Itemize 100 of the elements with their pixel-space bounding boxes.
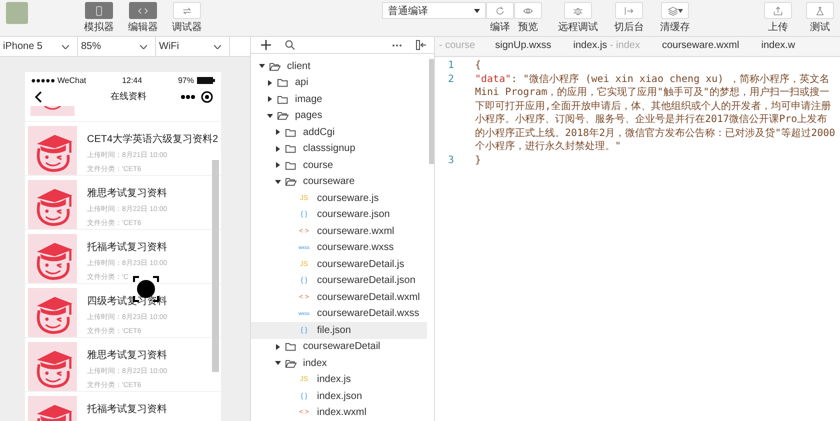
expand-arrow-icon	[275, 178, 281, 185]
mascot-picture	[28, 234, 77, 283]
select-dropdown[interactable]: iPhone 5	[0, 37, 78, 56]
collapse-arrow-icon	[275, 129, 281, 136]
arrows-icon	[182, 6, 192, 16]
battery-text: 97%	[178, 76, 194, 85]
layers-icon	[668, 6, 678, 16]
collapse-arrow-icon	[275, 162, 281, 168]
toolbar-button[interactable]	[661, 2, 689, 19]
toolbar-button[interactable]	[764, 2, 792, 19]
editor-tab[interactable]: courseware.wxml	[646, 37, 746, 56]
mascot-picture	[28, 126, 77, 175]
toolbar-button[interactable]	[806, 2, 834, 19]
folder-icon	[285, 358, 297, 369]
refresh-icon	[495, 6, 505, 16]
file-tree-item[interactable]: pages	[251, 108, 427, 124]
item-title: 托福考试复习资料	[87, 240, 168, 254]
select-dropdown[interactable]: 85%	[78, 37, 156, 56]
caret-icon	[678, 8, 682, 12]
code-line: {	[475, 59, 482, 72]
file-tree-item[interactable]: client	[251, 58, 427, 74]
tool-label: 预览	[518, 21, 538, 34]
chevron-icon	[62, 44, 69, 48]
expand-arrow-icon	[275, 360, 281, 366]
tool-label: 编译	[490, 20, 510, 34]
file-tree-item[interactable]: index	[251, 355, 427, 372]
line-number: 2	[446, 72, 456, 86]
code-icon	[138, 6, 148, 16]
phone-icon	[94, 6, 104, 16]
mascot-picture	[28, 342, 77, 391]
file-tree-item[interactable]: image	[251, 91, 427, 108]
mode-button[interactable]	[129, 2, 157, 19]
file-tree-item[interactable]: addCgi	[251, 124, 427, 140]
folder-icon	[285, 176, 297, 188]
file-tree-item[interactable]: api	[251, 74, 427, 91]
folder-icon	[285, 160, 297, 171]
mode-label: 模拟器	[84, 20, 114, 34]
caret-icon	[474, 8, 480, 12]
expand-arrow-icon	[267, 112, 273, 119]
mode-label: 编辑器	[128, 20, 158, 34]
folder-icon	[277, 110, 289, 122]
editor-tab[interactable]: index.w	[745, 37, 802, 56]
item-title: 雅思考试复习资料	[87, 348, 168, 362]
mascot-picture	[28, 180, 77, 229]
carrier-text: ●●●●● WeChat	[31, 76, 86, 85]
select-dropdown[interactable]: WiFi	[156, 37, 230, 56]
preview-button[interactable]	[514, 2, 542, 19]
line-number: 1	[446, 59, 456, 72]
item-title: 托福考试复习资料	[87, 402, 167, 416]
mascot-picture	[28, 106, 77, 116]
item-title: CET4大学英语六级复习资料2	[87, 132, 218, 146]
file-tree-item[interactable]: courseware	[251, 174, 427, 190]
flask-icon	[815, 6, 825, 16]
tool-label: 清缓存	[660, 20, 690, 34]
target-icon	[201, 90, 213, 102]
tool-label: 上传	[768, 20, 788, 34]
editor-tab[interactable]: index.js - index	[557, 37, 646, 56]
avatar-photo	[6, 2, 28, 24]
eye-icon	[523, 6, 533, 16]
more-icon	[181, 94, 195, 98]
page-title: 在线资料	[110, 90, 148, 103]
code-line: "data": "微信小程序 (wei xin xiao cheng xu) ，简称小程序，英文名Mini Program，的应用，它实现了应用"触手可及"的梦想，用户扫一扫或搜一下即可打开应用,全面开放申请后，体、其他组织或个人的开发者，均可申请注册小程序。小程序、订阅号、服务号、企业号是并行在2017微信公开课Pro上发布的小程序正式上线。2018年2月，微信官方发布公告称：已对涉及贷"等超过2000个小程序，进行永久封禁处理。"	[475, 72, 836, 154]
folder-icon	[285, 143, 297, 154]
collapse-arrow-icon	[267, 96, 273, 102]
tool-label: 测试	[810, 20, 830, 34]
editor-tab[interactable]: signUp.wxss	[481, 37, 558, 56]
plus-icon	[261, 40, 271, 50]
bug-icon	[573, 6, 583, 16]
file-tree-item[interactable]: course	[251, 157, 427, 174]
toolbar-button[interactable]	[564, 2, 592, 19]
tool-label: 远程调试	[558, 20, 598, 34]
search-icon	[285, 40, 295, 50]
compile-dropdown[interactable]: 普通编译	[382, 2, 486, 19]
file-tree-item[interactable]: classsignup	[251, 140, 427, 157]
collapse-arrow-icon	[275, 344, 281, 350]
upload-icon	[773, 6, 783, 16]
battery-icon	[197, 77, 215, 84]
collapse-arrow-icon	[267, 80, 273, 86]
file-tree-item[interactable]: coursewareDetail	[251, 338, 427, 355]
arrow-right-icon	[624, 6, 634, 16]
chevron-icon	[140, 44, 147, 48]
folder-icon	[269, 60, 281, 72]
folder-icon	[285, 341, 297, 352]
folder-icon	[277, 77, 289, 88]
tool-label: 切后台	[614, 20, 644, 34]
back-icon	[34, 90, 42, 102]
chevron-icon	[214, 44, 221, 48]
toolbar-button[interactable]	[615, 2, 643, 19]
mode-label: 调试器	[172, 20, 202, 34]
code-line: }	[475, 154, 482, 167]
compile-button[interactable]	[486, 2, 514, 19]
mode-button[interactable]	[85, 2, 113, 19]
collapse-icon	[416, 40, 426, 50]
clock-text: 12:44	[122, 76, 142, 85]
folder-icon	[285, 126, 297, 138]
collapse-arrow-icon	[275, 146, 281, 152]
more-icon	[392, 44, 402, 46]
item-title: 雅思考试复习资料	[87, 186, 168, 200]
line-number: 3	[446, 154, 456, 167]
mascot-picture	[28, 288, 77, 337]
